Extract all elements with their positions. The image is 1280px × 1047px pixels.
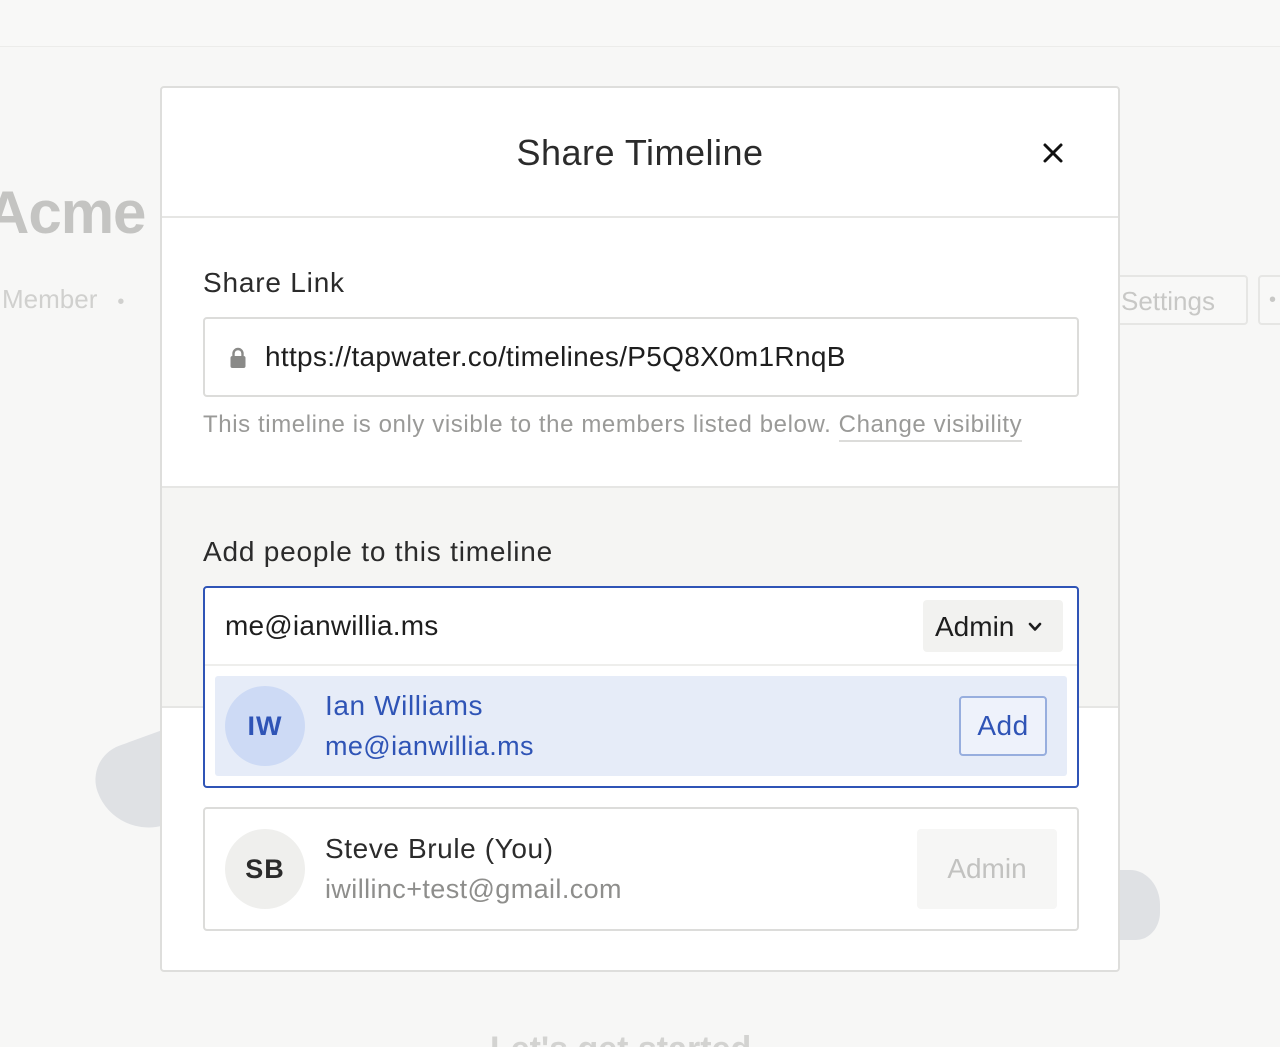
member-name: Steve Brule (You) — [325, 833, 554, 864]
background-settings-button: Settings — [1106, 275, 1248, 325]
invite-autocomplete: me@ianwillia.ms Admin IW Ian Williams me… — [203, 586, 1079, 788]
member-row: SB Steve Brule (You) iwillinc+test@gmail… — [203, 807, 1079, 931]
suggestion-email: me@ianwillia.ms — [325, 731, 534, 761]
background-topbar — [0, 0, 1280, 47]
member-role-badge: Admin — [917, 829, 1057, 909]
lock-icon — [230, 347, 246, 368]
add-button[interactable]: Add — [959, 696, 1047, 756]
member-email: iwillinc+test@gmail.com — [325, 874, 622, 904]
change-visibility-link[interactable]: Change visibility — [838, 411, 1023, 442]
background-page-title: Acme I — [0, 179, 178, 246]
avatar: SB — [225, 829, 305, 909]
background-role: Member — [2, 284, 98, 314]
role-select-value: Admin — [935, 611, 1015, 642]
avatar: IW — [225, 686, 305, 766]
close-button[interactable] — [1036, 136, 1070, 170]
close-icon — [1043, 143, 1063, 163]
visibility-note-text: This timeline is only visible to the mem… — [203, 411, 832, 438]
modal-title: Share Timeline — [516, 132, 764, 173]
role-select-dropdown[interactable]: Admin — [923, 600, 1063, 652]
background-bottom-heading: Let's get started — [490, 1030, 751, 1047]
visibility-note: This timeline is only visible to the mem… — [203, 411, 1023, 442]
background-meta: Member • — [2, 284, 144, 315]
suggestion-name: Ian Williams — [325, 690, 484, 721]
invite-input-row: me@ianwillia.ms Admin — [205, 588, 1077, 666]
share-link-field[interactable]: https://tapwater.co/timelines/P5Q8X0m1Rn… — [203, 317, 1079, 397]
suggestion-item[interactable]: IW Ian Williams me@ianwillia.ms Add — [215, 676, 1067, 776]
background-separator: • — [117, 291, 125, 313]
chevron-down-icon — [1028, 622, 1042, 631]
share-link-url[interactable]: https://tapwater.co/timelines/P5Q8X0m1Rn… — [265, 341, 846, 373]
invite-email-input[interactable]: me@ianwillia.ms — [225, 610, 438, 642]
modal-header: Share Timeline — [162, 88, 1118, 218]
share-link-label: Share Link — [203, 267, 345, 298]
share-timeline-modal: Share Timeline Share Link https://tapwat… — [160, 86, 1120, 972]
background-more-button: • — [1258, 275, 1280, 325]
share-link-section: Share Link https://tapwater.co/timelines… — [162, 218, 1118, 488]
add-people-label: Add people to this timeline — [203, 536, 554, 567]
